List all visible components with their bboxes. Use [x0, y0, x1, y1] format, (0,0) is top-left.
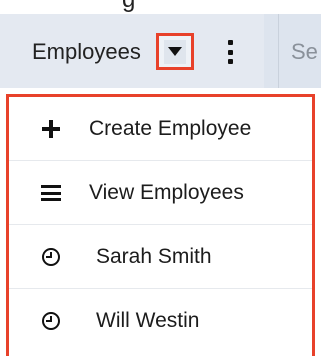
menu-item-view-employees[interactable]: View Employees: [9, 161, 312, 225]
tab-dropdown-toggle-button[interactable]: [156, 33, 194, 70]
more-options-icon[interactable]: [226, 40, 234, 64]
tab-employees-label[interactable]: Employees: [32, 38, 141, 66]
tab-employees[interactable]: Employees: [0, 14, 264, 88]
menu-item-label[interactable]: View Employees: [89, 180, 244, 206]
kebab-dot: [227, 59, 233, 64]
plus-icon: [39, 118, 63, 140]
page-header-strip: g: [0, 0, 321, 14]
module-nav-bar: Employees Se: [0, 14, 321, 88]
employees-dropdown-menu: Create Employee View Employees Sarah Smi…: [6, 94, 315, 356]
clock-icon: [39, 310, 63, 332]
caret-down-icon[interactable]: [168, 47, 182, 56]
menu-item-recent-sarah-smith[interactable]: Sarah Smith: [9, 225, 312, 289]
caret-inner[interactable]: [164, 39, 186, 64]
kebab-dot: [227, 49, 233, 55]
menu-item-create-employee[interactable]: Create Employee: [9, 97, 312, 161]
tab-next-label[interactable]: Se: [291, 38, 318, 66]
menu-item-label[interactable]: Will Westin: [96, 308, 199, 334]
list-icon: [39, 182, 63, 204]
tab-divider: [278, 14, 279, 88]
clock-icon: [39, 246, 63, 268]
menu-item-label[interactable]: Sarah Smith: [96, 244, 212, 270]
menu-item-recent-will-westin[interactable]: Will Westin: [9, 289, 312, 353]
menu-item-label[interactable]: Create Employee: [89, 116, 251, 142]
kebab-dot: [227, 40, 233, 45]
header-partial-text: g: [122, 0, 135, 14]
